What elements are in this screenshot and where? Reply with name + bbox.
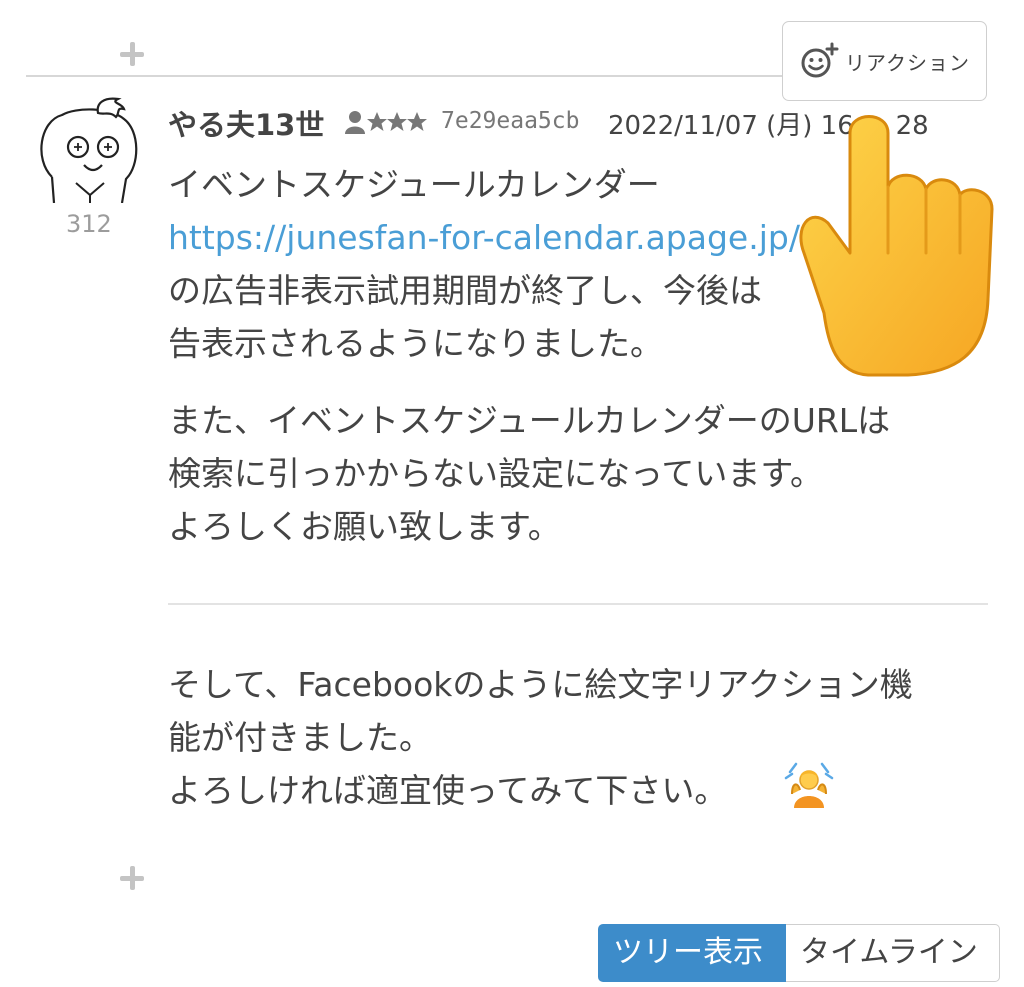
post-number: 312	[66, 210, 112, 238]
view-toggle: ツリー表示 タイムライン	[598, 924, 1000, 982]
post-text-line: よろしくお願い致します。	[168, 507, 561, 546]
post-text-line: そして、Facebookのように絵文字リアクション機	[168, 665, 913, 704]
post-text-line: イベントスケジュールカレンダー	[168, 165, 660, 204]
add-reaction-button[interactable]: リアクション	[782, 21, 987, 101]
content-divider	[168, 603, 988, 605]
post-text-line: 検索に引っかからない設定になっています。	[168, 454, 824, 493]
expand-plus-icon-bottom[interactable]	[120, 866, 144, 890]
post-text-line: の広告非表示試用期間が終了し、今後は	[168, 271, 762, 310]
pointing-hand-cursor-icon	[799, 115, 994, 377]
user-three-stars-icon	[345, 111, 427, 134]
timeline-view-button[interactable]: タイムライン	[786, 924, 1000, 982]
post-paragraph-1: イベントスケジュールカレンダー https://junesfan-for-cal…	[168, 158, 800, 370]
person-raising-hands-emoji	[784, 762, 834, 808]
author-avatar	[40, 97, 138, 203]
post-datetime-tail: 28	[895, 111, 929, 141]
post-text-line: 告表示されるようになりました。	[168, 324, 663, 363]
expand-plus-icon-top[interactable]	[120, 42, 144, 66]
calendar-link[interactable]: https://junesfan-for-calendar.apage.jp/	[168, 218, 800, 257]
reaction-label: リアクション	[845, 50, 970, 75]
post-id-hash[interactable]: 7e29eaa5cb	[441, 108, 579, 134]
post-paragraph-2: また、イベントスケジュールカレンダーのURLは 検索に引っかからない設定になって…	[168, 394, 890, 553]
post-text-line: 能が付きました。	[168, 718, 432, 757]
post-datetime-main: 2022/11/07 (月) 16:	[608, 111, 863, 141]
smile-plus-icon	[801, 42, 839, 78]
author-name[interactable]: やる夫13世	[168, 102, 324, 144]
post-text-line: また、イベントスケジュールカレンダーのURLは	[168, 401, 891, 440]
post-datetime: 2022/11/07 (月) 16:0028	[608, 105, 929, 142]
tree-view-button[interactable]: ツリー表示	[598, 924, 786, 982]
